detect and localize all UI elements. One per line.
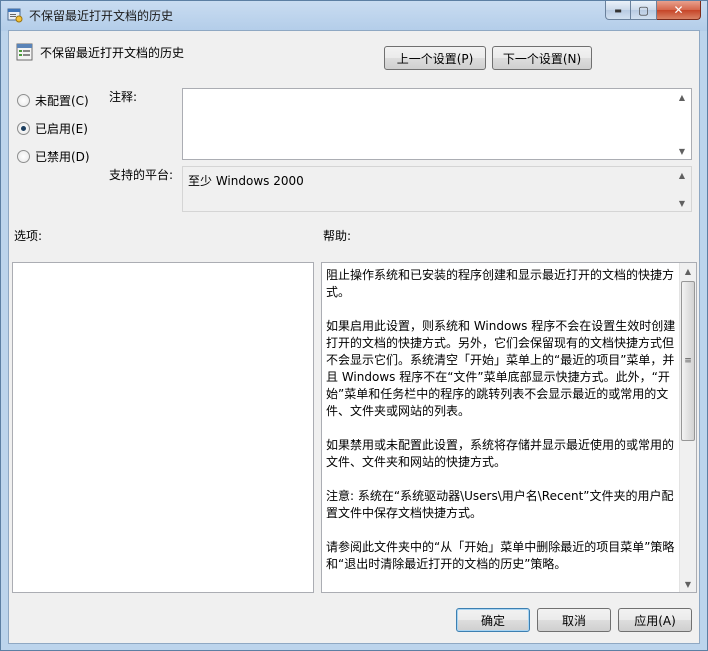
help-label: 帮助: (323, 229, 352, 243)
apply-button[interactable]: 应用(A) (618, 608, 692, 632)
supported-platform-label: 支持的平台: (109, 168, 174, 182)
help-paragraph: 阻止操作系统和已安装的程序创建和显示最近打开的文档的快捷方式。 (326, 268, 675, 299)
options-panel (12, 262, 314, 593)
maximize-button[interactable]: ▢ (631, 1, 657, 20)
maximize-icon: ▢ (638, 3, 649, 17)
policy-editor-icon (7, 8, 23, 23)
radio-not-configured[interactable]: 未配置(C) (17, 92, 89, 109)
supported-platform-value: 至少 Windows 2000 (188, 174, 304, 188)
help-paragraph: 注意: 系统在“系统驱动器\Users\用户名\Recent”文件夹的用户配置文… (326, 489, 674, 520)
supported-platform-field: 至少 Windows 2000 ▲ ▼ (182, 166, 692, 212)
ok-button[interactable]: 确定 (456, 608, 530, 632)
help-paragraph: 如果启用此设置，则系统和 Windows 程序不会在设置生效时创建打开的文档的快… (326, 319, 676, 418)
dialog-window: 不保留最近打开文档的历史 ▬ ▢ ✕ 不保留最近打开文档的历史 上一个设置(P)… (0, 0, 708, 651)
policy-setting-icon (16, 43, 33, 61)
window-title: 不保留最近打开文档的历史 (29, 9, 174, 23)
scroll-down-arrow-icon[interactable]: ▼ (674, 195, 690, 211)
comment-label: 注释: (109, 90, 138, 104)
radio-enabled-label: 已启用(E) (35, 122, 88, 136)
cancel-button[interactable]: 取消 (537, 608, 611, 632)
help-paragraph: 如果禁用或未配置此设置，系统将存储并显示最近使用的或常用的文件、文件夹和网站的快… (326, 438, 675, 469)
radio-enabled-indicator[interactable] (17, 122, 30, 135)
scroll-down-arrow-icon[interactable]: ▼ (680, 576, 696, 592)
comment-textarea[interactable]: ▲ ▼ (182, 88, 692, 160)
next-setting-button[interactable]: 下一个设置(N) (492, 46, 592, 70)
scroll-thumb[interactable]: ≡ (681, 281, 695, 441)
minimize-button[interactable]: ▬ (605, 1, 631, 20)
dialog-body: 不保留最近打开文档的历史 上一个设置(P) 下一个设置(N) 未配置(C) 已启… (8, 30, 700, 644)
options-label: 选项: (14, 229, 43, 243)
help-scrollbar[interactable]: ▲ ≡ ▼ (679, 263, 696, 592)
help-panel[interactable]: 阻止操作系统和已安装的程序创建和显示最近打开的文档的快捷方式。 如果启用此设置，… (321, 262, 697, 593)
caption-buttons: ▬ ▢ ✕ (605, 1, 701, 21)
scroll-up-arrow-icon[interactable]: ▲ (674, 89, 690, 105)
radio-enabled[interactable]: 已启用(E) (17, 120, 88, 137)
close-icon: ✕ (673, 3, 684, 17)
platform-scrollbar[interactable]: ▲ ▼ (674, 167, 691, 211)
radio-disabled-label: 已禁用(D) (35, 150, 90, 164)
radio-not-configured-indicator[interactable] (17, 94, 30, 107)
close-button[interactable]: ✕ (657, 1, 701, 20)
help-text: 阻止操作系统和已安装的程序创建和显示最近打开的文档的快捷方式。 如果启用此设置，… (326, 267, 678, 590)
title-bar[interactable]: 不保留最近打开文档的历史 ▬ ▢ ✕ (1, 1, 707, 29)
comment-scrollbar[interactable]: ▲ ▼ (674, 89, 691, 159)
help-paragraph: 请参阅此文件夹中的“从「开始」菜单中删除最近的项目菜单”策略和“退出时清除最近打… (326, 540, 675, 571)
scroll-up-arrow-icon[interactable]: ▲ (680, 263, 696, 279)
minimize-icon: ▬ (614, 5, 622, 15)
radio-disabled-indicator[interactable] (17, 150, 30, 163)
policy-title: 不保留最近打开文档的历史 (40, 46, 185, 60)
scroll-down-arrow-icon[interactable]: ▼ (674, 143, 690, 159)
previous-setting-button[interactable]: 上一个设置(P) (384, 46, 486, 70)
radio-not-configured-label: 未配置(C) (35, 94, 89, 108)
radio-disabled[interactable]: 已禁用(D) (17, 148, 90, 165)
scroll-up-arrow-icon[interactable]: ▲ (674, 167, 690, 183)
